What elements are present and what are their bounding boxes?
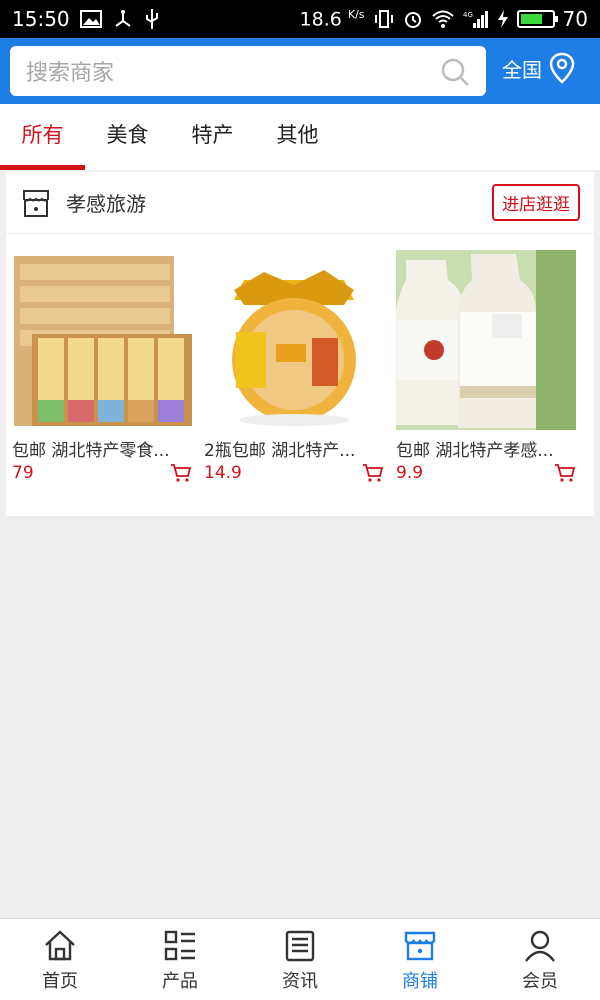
vibrate-icon [374, 10, 393, 28]
product-price: 14.9 [204, 463, 242, 483]
status-bar: 15:50 18.6 K/s 4G 70 [0, 0, 600, 38]
nav-products[interactable]: 产品 [120, 919, 240, 1000]
signal-icon: 4G [463, 11, 488, 28]
charging-icon [497, 10, 508, 28]
product-card[interactable]: 2瓶包邮 湖北特产... 14.9 [204, 250, 384, 483]
shop-name: 孝感旅游 [66, 192, 146, 216]
clock: 15:50 [12, 7, 70, 31]
battery-icon [516, 10, 558, 28]
product-title: 包邮 湖北特产孝感... [396, 441, 554, 461]
enter-shop-button[interactable]: 进店逛逛 [492, 184, 580, 221]
grid-list-icon [164, 930, 195, 961]
product-price: 79 [12, 463, 34, 483]
network-speed: 18.6 K/s [299, 7, 365, 31]
cart-icon[interactable] [554, 463, 576, 483]
shop-card: 孝感旅游 进店逛逛 包邮 湖北特产零食... 79 2瓶包邮 湖北特产... 1… [6, 172, 594, 516]
battery-level: 70 [562, 7, 588, 31]
tab-all[interactable]: 所有 [0, 104, 85, 170]
svg-text:4G: 4G [463, 11, 473, 19]
product-card[interactable]: 包邮 湖北特产零食... 79 [12, 250, 192, 483]
nav-shops[interactable]: 商铺 [360, 919, 480, 1000]
app-header: 搜索商家 全国 [0, 38, 600, 104]
store-icon [23, 189, 49, 217]
home-icon [45, 930, 75, 961]
image-icon [79, 10, 102, 28]
product-card[interactable]: 包邮 湖北特产孝感... 9.9 [396, 250, 576, 483]
cart-icon[interactable] [170, 463, 192, 483]
tab-specialty[interactable]: 特产 [170, 104, 255, 170]
product-image [204, 250, 384, 430]
nav-home[interactable]: 首页 [0, 919, 120, 1000]
usb-icon [145, 9, 158, 29]
nav-shops-label: 商铺 [402, 971, 438, 992]
location-pin-icon [549, 52, 575, 84]
news-icon [285, 930, 315, 962]
usb-debug-icon [115, 10, 131, 27]
category-tabs: 所有 美食 特产 其他 [0, 104, 600, 170]
product-image [396, 250, 576, 430]
user-icon [525, 930, 555, 962]
wifi-icon [431, 10, 454, 28]
search-icon[interactable] [440, 57, 470, 87]
search-placeholder: 搜索商家 [26, 61, 115, 86]
nav-news[interactable]: 资讯 [240, 919, 360, 1000]
nav-home-label: 首页 [42, 971, 78, 992]
product-title: 包邮 湖北特产零食... [12, 441, 170, 461]
nav-news-label: 资讯 [282, 971, 318, 992]
product-list: 包邮 湖北特产零食... 79 2瓶包邮 湖北特产... 14.9 包邮 湖北特… [6, 234, 594, 483]
tab-other[interactable]: 其他 [255, 104, 340, 170]
tab-food[interactable]: 美食 [85, 104, 170, 170]
product-title: 2瓶包邮 湖北特产... [204, 441, 356, 461]
cart-icon[interactable] [362, 463, 384, 483]
alarm-icon [404, 12, 421, 28]
bottom-navigation: 首页 产品 资讯 商铺 会员 [0, 918, 600, 1000]
product-image [12, 250, 192, 430]
search-input[interactable]: 搜索商家 [10, 46, 486, 96]
nav-member-label: 会员 [522, 971, 558, 992]
nav-member[interactable]: 会员 [480, 919, 600, 1000]
region-selector[interactable]: 全国 [502, 52, 576, 84]
shop-header[interactable]: 孝感旅游 进店逛逛 [6, 172, 594, 234]
product-price: 9.9 [396, 463, 424, 483]
region-label: 全国 [502, 57, 542, 82]
store-icon [404, 931, 436, 961]
nav-products-label: 产品 [162, 971, 198, 992]
